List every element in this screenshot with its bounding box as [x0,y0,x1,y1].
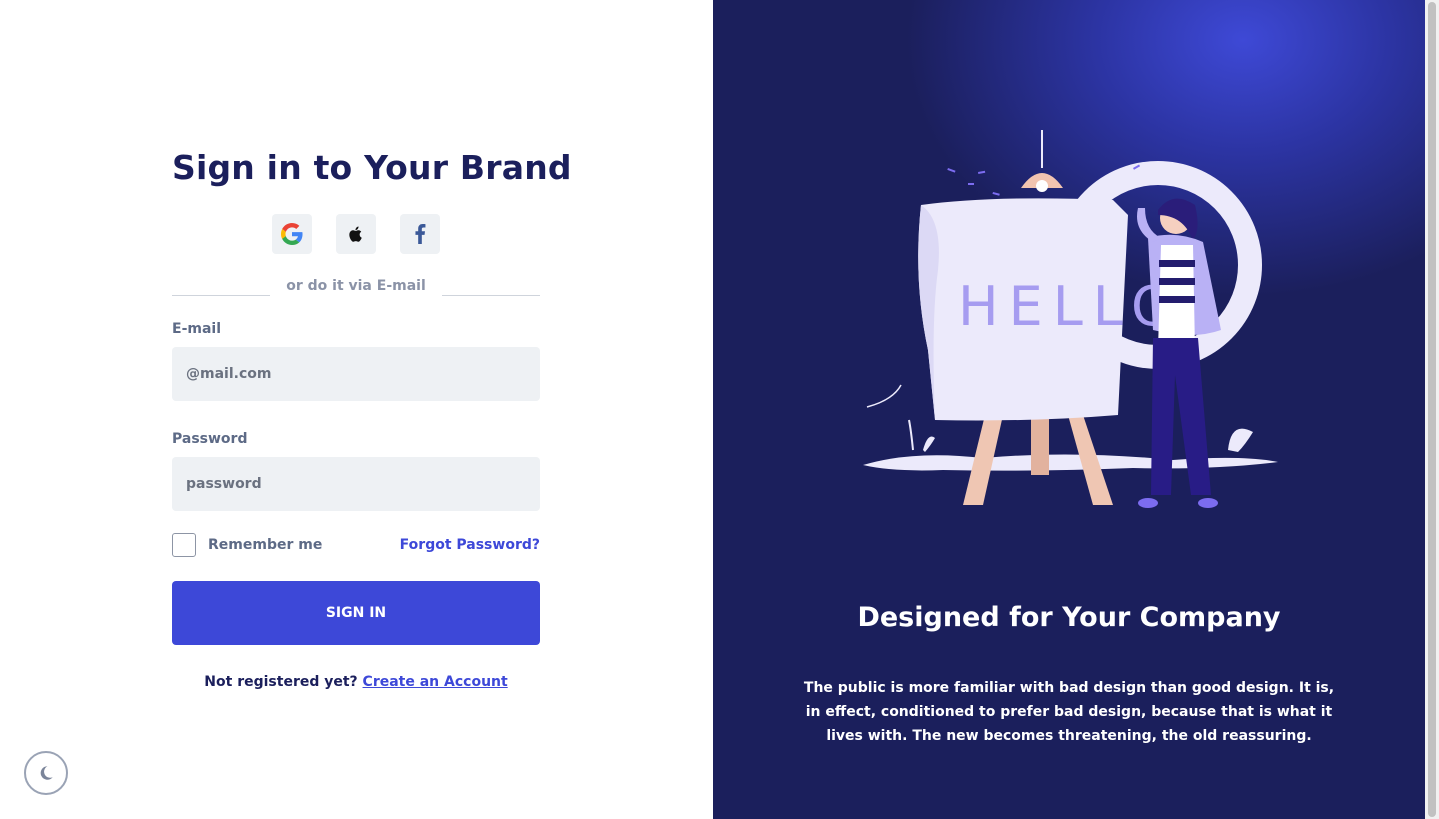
divider-line-right [442,295,540,296]
divider-text: or do it via E-mail [286,278,426,294]
promo-panel: HELLO Designed for Your Company The publ… [713,0,1425,819]
promo-text: The public is more familiar with bad des… [803,680,1335,744]
register-prompt-text: Not registered yet? [204,674,358,690]
apple-icon [349,226,362,242]
facebook-login-button[interactable] [400,214,440,254]
theme-toggle-button[interactable] [24,751,68,795]
sign-in-button[interactable]: SIGN IN [172,581,540,645]
email-field[interactable] [172,347,540,401]
password-label: Password [172,431,248,447]
social-login-group [172,214,540,254]
google-login-button[interactable] [272,214,312,254]
promo-title: Designed for Your Company [857,602,1281,633]
page-title: Sign in to Your Brand [172,148,572,187]
signin-panel: Sign in to Your Brand or do it via E-mai… [0,0,713,819]
email-label: E-mail [172,321,222,337]
facebook-icon [415,224,426,244]
apple-login-button[interactable] [336,214,376,254]
signin-form: Sign in to Your Brand or do it via E-mai… [172,148,572,690]
password-field[interactable] [172,457,540,511]
hello-illustration: HELLO [863,130,1278,508]
remember-me-label[interactable]: Remember me [208,537,322,553]
illustration-hello-text: HELLO [958,275,1183,338]
create-account-link[interactable]: Create an Account [363,674,508,690]
moon-icon [40,766,53,780]
remember-me-checkbox[interactable] [172,533,196,557]
form-options: Remember me Forgot Password? [172,533,540,557]
page-scrollbar[interactable] [1425,0,1439,819]
register-prompt: Not registered yet? Create an Account [172,674,540,690]
divider-line-left [172,295,270,296]
scrollbar-thumb[interactable] [1428,2,1436,817]
email-divider: or do it via E-mail [172,278,540,298]
google-icon [281,223,303,245]
forgot-password-link[interactable]: Forgot Password? [400,537,540,553]
remember-me: Remember me [172,533,322,557]
